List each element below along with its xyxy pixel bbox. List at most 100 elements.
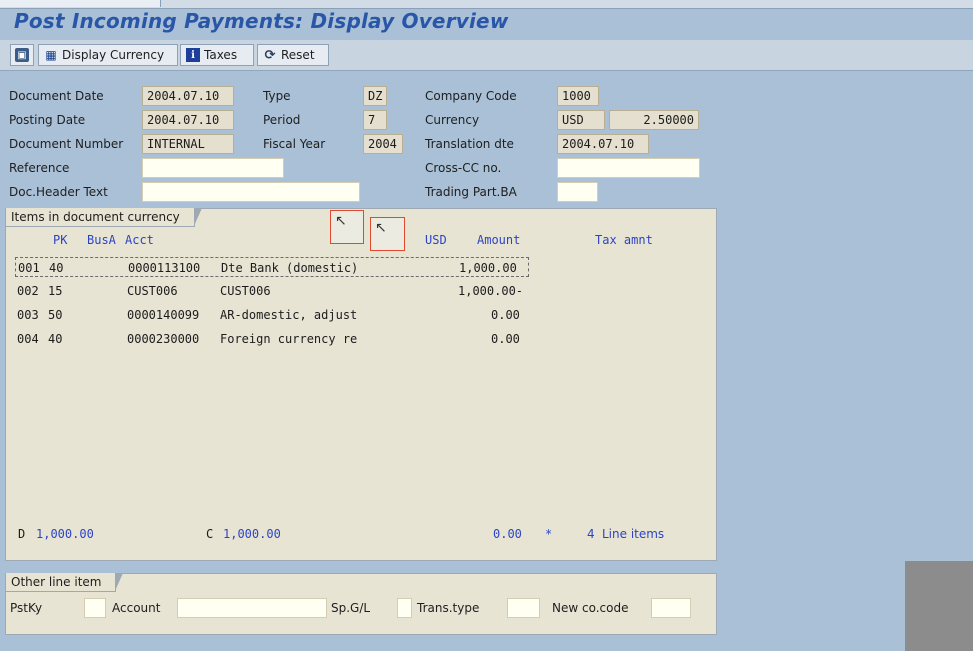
account-field[interactable] bbox=[177, 598, 327, 618]
col-pk: PK bbox=[53, 233, 68, 247]
table-row[interactable]: 001 40 0000113100 Dte Bank (domestic) 1,… bbox=[15, 257, 529, 277]
translation-date-label: Translation dte bbox=[425, 137, 514, 151]
transaction-type-field[interactable] bbox=[507, 598, 540, 618]
fiscal-year-field[interactable]: 2004 bbox=[363, 134, 403, 154]
document-date-field[interactable]: 2004.07.10 bbox=[142, 86, 234, 106]
row-desc: AR-domestic, adjust bbox=[220, 308, 358, 322]
row-no: 001 bbox=[18, 261, 40, 275]
company-code-label: Company Code bbox=[425, 89, 517, 103]
row-no: 003 bbox=[17, 308, 39, 322]
posting-key-field[interactable] bbox=[84, 598, 106, 618]
row-pk: 40 bbox=[48, 332, 63, 346]
document-number-field[interactable]: INTERNAL bbox=[142, 134, 234, 154]
find-icon: ▣ bbox=[15, 48, 29, 62]
taxes-label: Taxes bbox=[204, 48, 238, 62]
reset-icon: ⟳ bbox=[264, 47, 276, 63]
credit-label: C bbox=[206, 527, 214, 541]
translation-date-field[interactable]: 2004.07.10 bbox=[557, 134, 649, 154]
application-toolbar: ▣ ▦ Display Currency i Taxes ⟳ Reset bbox=[0, 40, 973, 71]
row-pk: 15 bbox=[48, 284, 63, 298]
balance-status: * bbox=[545, 527, 553, 541]
posting-key-label: PstKy bbox=[10, 601, 43, 615]
period-field[interactable]: 7 bbox=[363, 110, 387, 130]
reset-button[interactable]: ⟳ Reset bbox=[257, 44, 329, 66]
items-totals: D 1,000.00 C 1,000.00 0.00 * 4 Line item… bbox=[6, 527, 718, 545]
display-currency-button[interactable]: ▦ Display Currency bbox=[38, 44, 178, 66]
row-pk: 40 bbox=[49, 261, 64, 275]
fiscal-year-label: Fiscal Year bbox=[263, 137, 326, 151]
document-number-label: Document Number bbox=[9, 137, 124, 151]
posting-date-field[interactable]: 2004.07.10 bbox=[142, 110, 234, 130]
other-line-item-tab-label: Other line item bbox=[6, 573, 124, 592]
screen-overlay-block bbox=[905, 561, 973, 651]
currency-icon: ▦ bbox=[45, 48, 57, 62]
period-label: Period bbox=[263, 113, 301, 127]
posting-date-label: Posting Date bbox=[9, 113, 86, 127]
col-amount: Amount bbox=[477, 233, 521, 247]
cursor-highlight: ↖ bbox=[330, 210, 364, 244]
trading-part-field[interactable] bbox=[557, 182, 598, 202]
line-items-count: 4 bbox=[587, 527, 595, 541]
table-row[interactable]: 002 15 CUST006 CUST006 1,000.00- bbox=[15, 281, 529, 301]
doc-header-text-label: Doc.Header Text bbox=[9, 185, 108, 199]
row-pk: 50 bbox=[48, 308, 63, 322]
row-acct: 0000140099 bbox=[127, 308, 200, 322]
mouse-pointer-icon: ↖ bbox=[335, 213, 347, 229]
reference-label: Reference bbox=[9, 161, 70, 175]
transaction-type-label: Trans.type bbox=[417, 601, 480, 615]
credit-total: 1,000.00 bbox=[223, 527, 281, 541]
mouse-pointer-icon: ↖ bbox=[375, 220, 387, 236]
row-amount: 1,000.00- bbox=[458, 284, 524, 298]
taxes-button[interactable]: i Taxes bbox=[180, 44, 254, 66]
cross-cc-label: Cross-CC no. bbox=[425, 161, 502, 175]
balance-value: 0.00 bbox=[493, 527, 522, 541]
doc-header-text-field[interactable] bbox=[142, 182, 360, 202]
row-desc: Dte Bank (domestic) bbox=[221, 261, 359, 275]
currency-label: Currency bbox=[425, 113, 480, 127]
table-row[interactable]: 003 50 0000140099 AR-domestic, adjust 0.… bbox=[15, 305, 529, 325]
row-acct: 0000113100 bbox=[128, 261, 201, 275]
col-busa: BusA bbox=[87, 233, 116, 247]
special-gl-field[interactable] bbox=[397, 598, 412, 618]
cursor-highlight: ↖ bbox=[370, 217, 405, 251]
row-amount: 0.00 bbox=[491, 308, 520, 322]
row-no: 004 bbox=[17, 332, 39, 346]
currency-field[interactable]: USD bbox=[557, 110, 605, 130]
row-no: 002 bbox=[17, 284, 39, 298]
new-company-code-label: New co.code bbox=[552, 601, 629, 615]
window-top-strip bbox=[0, 0, 973, 9]
type-label: Type bbox=[263, 89, 291, 103]
company-code-field[interactable]: 1000 bbox=[557, 86, 599, 106]
reference-field[interactable] bbox=[142, 158, 284, 178]
row-acct: CUST006 bbox=[127, 284, 178, 298]
line-items-label: Line items bbox=[602, 527, 665, 541]
page-title: Post Incoming Payments: Display Overview bbox=[14, 9, 509, 33]
account-label: Account bbox=[112, 601, 161, 615]
other-line-item-panel: Other line item PstKy Account Sp.G/L Tra… bbox=[5, 573, 717, 635]
window-tab bbox=[0, 0, 161, 7]
col-usd: USD bbox=[425, 233, 447, 247]
row-amount: 1,000.00 bbox=[459, 261, 517, 275]
row-amount: 0.00 bbox=[491, 332, 520, 346]
items-tab-label: Items in document currency bbox=[6, 208, 202, 227]
reset-label: Reset bbox=[281, 48, 315, 62]
new-company-code-field[interactable] bbox=[651, 598, 691, 618]
type-field[interactable]: DZ bbox=[363, 86, 387, 106]
find-button[interactable]: ▣ bbox=[10, 44, 34, 66]
row-desc: CUST006 bbox=[220, 284, 271, 298]
document-date-label: Document Date bbox=[9, 89, 104, 103]
debit-total: 1,000.00 bbox=[36, 527, 94, 541]
special-gl-label: Sp.G/L bbox=[331, 601, 371, 615]
col-tax-amnt: Tax amnt bbox=[595, 233, 653, 247]
display-currency-label: Display Currency bbox=[62, 48, 165, 62]
row-desc: Foreign currency re bbox=[220, 332, 358, 346]
info-icon: i bbox=[186, 48, 200, 62]
exchange-rate-field[interactable]: 2.50000 bbox=[609, 110, 699, 130]
col-acct: Acct bbox=[125, 233, 154, 247]
items-panel: Items in document currency PK BusA Acct … bbox=[5, 208, 717, 561]
debit-label: D bbox=[18, 527, 26, 541]
row-acct: 0000230000 bbox=[127, 332, 200, 346]
trading-part-label: Trading Part.BA bbox=[425, 185, 517, 199]
cross-cc-field[interactable] bbox=[557, 158, 700, 178]
table-row[interactable]: 004 40 0000230000 Foreign currency re 0.… bbox=[15, 329, 529, 349]
